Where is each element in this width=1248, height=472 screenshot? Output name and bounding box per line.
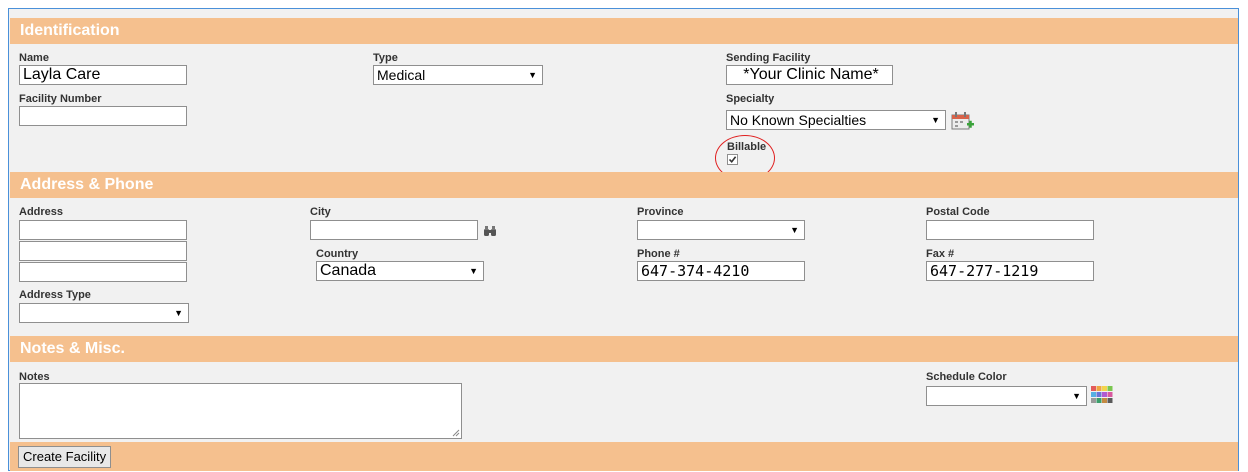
address-line-3-input[interactable] (19, 262, 187, 282)
facility-number-label: Facility Number (19, 93, 102, 105)
phone-label: Phone # (637, 248, 680, 260)
province-select[interactable]: ▼ (637, 220, 805, 240)
city-label: City (310, 206, 331, 218)
country-select[interactable]: Canada ▼ (316, 261, 484, 281)
add-calendar-icon[interactable] (951, 110, 975, 132)
resize-grip-icon[interactable] (452, 429, 460, 437)
facility-number-input[interactable] (19, 106, 187, 126)
fax-input[interactable]: 647-277-1219 (926, 261, 1094, 281)
specialty-select[interactable]: No Known Specialties ▼ (726, 110, 946, 130)
fax-label: Fax # (926, 248, 955, 260)
address-line-1-input[interactable] (19, 220, 187, 240)
chevron-down-icon: ▼ (174, 308, 183, 318)
address-label: Address (19, 206, 64, 218)
create-facility-button[interactable]: Create Facility (18, 446, 112, 468)
chevron-down-icon: ▼ (790, 225, 799, 235)
phone-input[interactable]: 647-374-4210 (637, 261, 805, 281)
postal-code-label: Postal Code (926, 206, 990, 218)
schedule-color-select[interactable]: ▼ (926, 386, 1087, 406)
city-input[interactable] (310, 220, 478, 240)
footer-bar (10, 442, 1238, 471)
address-type-label: Address Type (19, 289, 91, 301)
section-header-notes-misc: Notes & Misc. (10, 336, 1238, 362)
type-select[interactable]: Medical ▼ (373, 65, 543, 85)
specialty-select-value: No Known Specialties (730, 112, 867, 128)
chevron-down-icon: ▼ (1072, 391, 1081, 401)
notes-textarea[interactable] (19, 383, 462, 439)
name-label: Name (19, 52, 49, 64)
type-label: Type (373, 52, 398, 64)
specialty-label: Specialty (726, 93, 775, 105)
type-select-value: Medical (377, 67, 426, 83)
notes-label: Notes (19, 371, 50, 383)
chevron-down-icon: ▼ (931, 115, 940, 125)
color-grid-icon[interactable] (1091, 386, 1113, 404)
postal-code-input[interactable] (926, 220, 1094, 240)
name-input[interactable]: Layla Care (19, 65, 187, 85)
sending-facility-label: Sending Facility (726, 52, 811, 64)
binoculars-icon[interactable] (483, 224, 497, 236)
country-label: Country (316, 248, 359, 260)
schedule-color-label: Schedule Color (926, 371, 1007, 383)
province-label: Province (637, 206, 684, 218)
section-header-address-phone: Address & Phone (10, 172, 1238, 198)
facility-form: Identification Name Layla Care Type Medi… (8, 8, 1239, 471)
address-line-2-input[interactable] (19, 241, 187, 261)
section-header-identification: Identification (10, 18, 1238, 44)
chevron-down-icon: ▼ (528, 70, 537, 80)
country-select-value: Canada (320, 262, 377, 279)
sending-facility-input[interactable]: *Your Clinic Name* (726, 65, 893, 85)
chevron-down-icon: ▼ (469, 266, 478, 276)
address-type-select[interactable]: ▼ (19, 303, 189, 323)
